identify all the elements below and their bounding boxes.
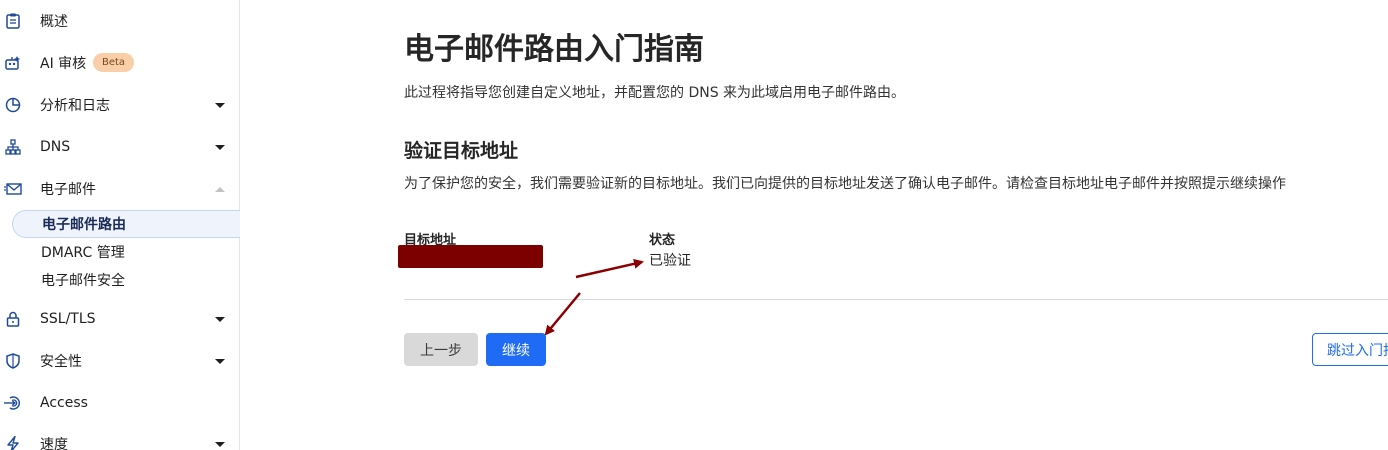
sidebar-subitem-label: 电子邮件路由 bbox=[42, 217, 126, 233]
sidebar-subitem-email-routing[interactable]: 电子邮件路由 bbox=[12, 210, 240, 238]
sidebar-item-label: Access bbox=[40, 395, 88, 411]
sidebar-item-ssl-tls[interactable]: SSL/TLS bbox=[0, 299, 239, 339]
sidebar-item-label: SSL/TLS bbox=[40, 311, 96, 327]
clipboard-icon bbox=[4, 12, 22, 30]
back-button[interactable]: 上一步 bbox=[404, 333, 478, 366]
continue-button[interactable]: 继续 bbox=[486, 333, 546, 366]
sidebar-item-security[interactable]: 安全性 bbox=[0, 341, 239, 381]
status-value: 已验证 bbox=[649, 253, 691, 269]
chevron-down-icon bbox=[215, 102, 225, 108]
chevron-down-icon bbox=[215, 144, 225, 150]
skip-onboarding-button[interactable]: 跳过入门指南 bbox=[1312, 333, 1388, 366]
sidebar-item-label: 电子邮件 bbox=[40, 182, 96, 198]
sidebar-item-label: 分析和日志 bbox=[40, 98, 110, 114]
chevron-up-icon bbox=[215, 186, 225, 192]
sidebar: 概述 AI 审核 Beta 分析和日志 DNS 电子邮件 电子邮件路由 DMAR… bbox=[0, 0, 240, 450]
sidebar-subitem-label: 电子邮件安全 bbox=[41, 273, 125, 289]
sidebar-item-label: DNS bbox=[40, 139, 71, 155]
sidebar-item-ai-audit[interactable]: AI 审核 Beta bbox=[0, 43, 239, 83]
sidebar-item-speed[interactable]: 速度 bbox=[0, 424, 239, 450]
sidebar-item-label: AI 审核 bbox=[40, 56, 87, 72]
robot-icon bbox=[4, 54, 22, 72]
envelope-icon bbox=[4, 180, 22, 198]
sidebar-subitem-label: DMARC 管理 bbox=[41, 245, 125, 261]
chevron-down-icon bbox=[215, 441, 225, 447]
chevron-down-icon bbox=[215, 316, 225, 322]
pie-chart-icon bbox=[4, 96, 22, 114]
access-icon bbox=[4, 394, 22, 412]
chevron-down-icon bbox=[215, 358, 225, 364]
lightning-icon bbox=[4, 435, 22, 450]
section-description: 为了保护您的安全，我们需要验证新的目标地址。我们已向提供的目标地址发送了确认电子… bbox=[404, 176, 1286, 192]
sidebar-item-label: 速度 bbox=[40, 437, 68, 450]
sidebar-item-access[interactable]: Access bbox=[0, 383, 239, 423]
page-title: 电子邮件路由入门指南 bbox=[404, 32, 704, 67]
sidebar-item-analytics[interactable]: 分析和日志 bbox=[0, 85, 239, 125]
sidebar-item-label: 安全性 bbox=[40, 354, 82, 370]
shield-icon bbox=[4, 352, 22, 370]
sidebar-item-label: 概述 bbox=[40, 14, 68, 30]
network-icon bbox=[4, 138, 22, 156]
divider bbox=[404, 299, 1388, 300]
sidebar-item-email[interactable]: 电子邮件 bbox=[0, 169, 239, 209]
annotation-arrow-status bbox=[575, 258, 644, 279]
section-title: 验证目标地址 bbox=[404, 140, 519, 162]
redacted-address bbox=[398, 245, 543, 268]
sidebar-item-overview[interactable]: 概述 bbox=[0, 1, 239, 41]
lock-icon bbox=[4, 310, 22, 328]
column-header-status: 状态 bbox=[649, 233, 676, 248]
sidebar-subitem-dmarc[interactable]: DMARC 管理 bbox=[12, 238, 240, 266]
beta-badge: Beta bbox=[93, 53, 135, 72]
sidebar-subitem-email-security[interactable]: 电子邮件安全 bbox=[12, 266, 240, 294]
sidebar-item-dns[interactable]: DNS bbox=[0, 127, 239, 167]
page-description: 此过程将指导您创建自定义地址，并配置您的 DNS 来为此域启用电子邮件路由。 bbox=[404, 85, 906, 101]
